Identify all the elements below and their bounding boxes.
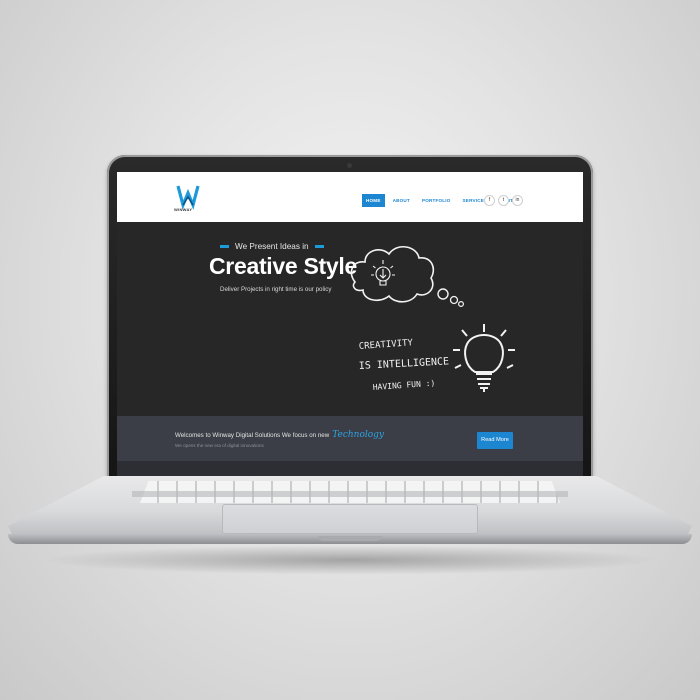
read-more-button[interactable]: Read More xyxy=(477,432,513,449)
nav-about[interactable]: ABOUT xyxy=(389,194,414,207)
twitter-icon[interactable]: t xyxy=(498,195,509,206)
doodle-line-3: HAVING FUN :) xyxy=(373,379,436,392)
nav-portfolio[interactable]: PORTFOLIO xyxy=(418,194,455,207)
keyboard-row xyxy=(132,491,568,497)
hero-tagline: We Present Ideas in xyxy=(235,242,309,251)
bubble-icon xyxy=(437,288,449,300)
tagline-dash-left xyxy=(220,245,229,248)
linkedin-icon[interactable]: in xyxy=(512,195,523,206)
welcome-text: Welcomes to Winway Digital Solutions We … xyxy=(175,430,384,440)
social-links: f t in xyxy=(484,195,523,206)
hero-tagline-row: We Present Ideas in xyxy=(220,242,324,251)
laptop-screen: WINWAY HOME ABOUT PORTFOLIO SERVICES CON… xyxy=(117,172,583,476)
hero-subtitle: Deliver Projects in right time is our po… xyxy=(220,286,332,293)
opening-notch xyxy=(318,536,382,541)
bubble-icon xyxy=(449,295,459,305)
trackpad xyxy=(222,504,478,534)
hero-title: Creative Style xyxy=(209,253,357,279)
creativity-doodle: CREATIVITY IS INTELLIGENCE HAVING FUN :) xyxy=(350,246,515,392)
tagline-dash-right xyxy=(314,245,324,248)
nav-home[interactable]: HOME xyxy=(362,194,385,207)
doodle-line-2: IS INTELLIGENCE xyxy=(359,356,450,372)
welcome-line: Welcomes to Winway Digital Solutions We … xyxy=(175,432,330,439)
doodle-line-1: CREATIVITY xyxy=(359,338,414,352)
camera-icon xyxy=(347,163,352,168)
thought-cloud-icon xyxy=(350,246,435,303)
light-bulb-icon xyxy=(453,324,515,392)
logo-text: WINWAY xyxy=(174,207,193,212)
facebook-icon[interactable]: f xyxy=(484,195,495,206)
small-bulb-icon xyxy=(371,260,395,286)
laptop-shadow xyxy=(40,545,660,575)
site-header: WINWAY HOME ABOUT PORTFOLIO SERVICES CON… xyxy=(117,172,583,222)
welcome-subtext: We opens the new era of digital innovati… xyxy=(175,443,264,448)
technology-highlight: Technology xyxy=(332,430,385,440)
strip-footer-band xyxy=(117,461,583,476)
bubble-icon xyxy=(457,300,464,307)
